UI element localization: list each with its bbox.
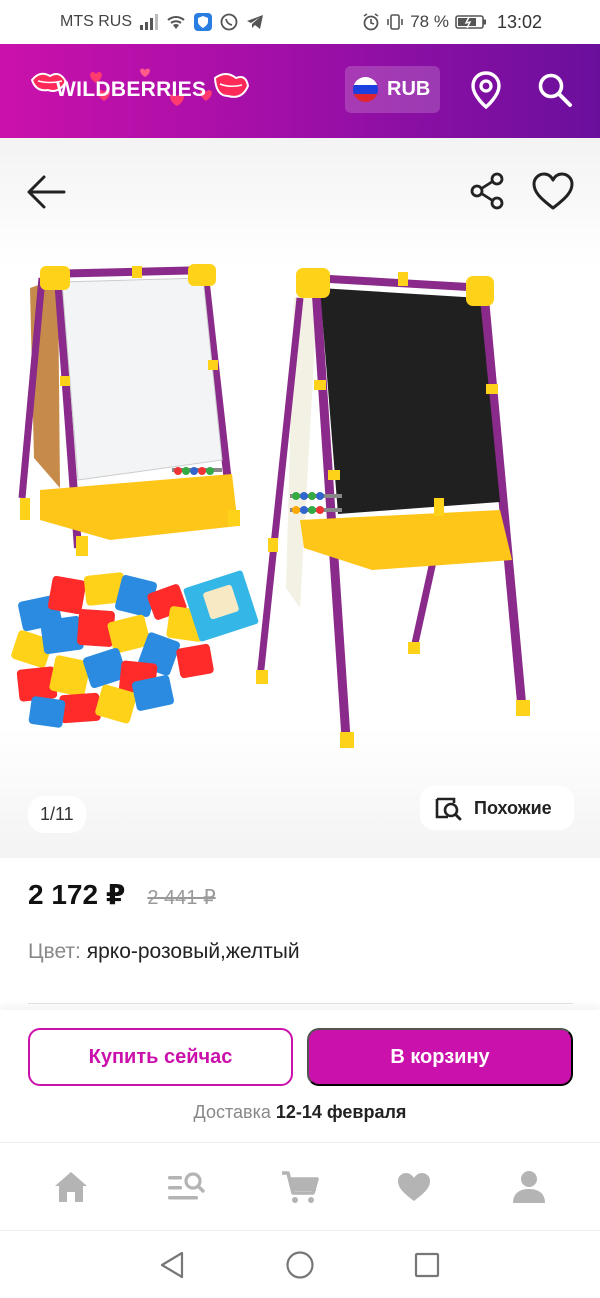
home-circle-icon[interactable] (284, 1249, 316, 1281)
nav-profile[interactable] (499, 1157, 559, 1217)
wildberries-logo[interactable]: WILDBERRIES (30, 66, 250, 114)
status-bar: MTS RUS 78 % 13:02 (0, 0, 600, 44)
battery-icon (455, 15, 486, 29)
easel-small-illustration (18, 264, 240, 556)
vpn-shield-icon (194, 13, 212, 31)
vibrate-icon (387, 14, 404, 30)
location-pin-icon[interactable] (466, 70, 506, 110)
divider (28, 1003, 573, 1004)
delivery-info: Доставка 12-14 февраля (0, 1102, 600, 1123)
bottom-nav (0, 1142, 600, 1230)
product-gallery: 1/11 Похожие (0, 138, 600, 858)
back-arrow-icon[interactable] (24, 170, 68, 214)
viber-icon (220, 13, 238, 31)
clock: 13:02 (496, 11, 542, 32)
telegram-icon (247, 15, 263, 29)
back-triangle-icon[interactable] (156, 1249, 188, 1281)
currency-selector[interactable]: RUB (345, 66, 440, 113)
add-to-cart-button[interactable]: В корзину (307, 1028, 573, 1086)
similar-search-icon (435, 797, 462, 821)
nav-catalog[interactable] (156, 1157, 216, 1217)
color-label: Цвет: (28, 940, 81, 963)
signal-icon (140, 14, 158, 30)
cart-icon (281, 1170, 319, 1203)
share-icon[interactable] (467, 170, 509, 212)
logo-text: WILDBERRIES (56, 78, 207, 101)
russia-flag-icon (353, 77, 378, 102)
favorites-icon (398, 1172, 431, 1201)
similar-label: Похожие (474, 797, 552, 818)
profile-icon (512, 1170, 545, 1203)
alarm-icon (363, 13, 379, 31)
similar-button[interactable]: Похожие (420, 786, 574, 830)
current-price: 2 172 ₽ (28, 879, 126, 910)
nav-cart[interactable] (270, 1157, 330, 1217)
color-value: ярко-розовый,желтый (80, 940, 300, 963)
catalog-search-icon (167, 1171, 205, 1199)
buy-now-button[interactable]: Купить сейчас (28, 1028, 293, 1086)
wifi-icon (167, 16, 185, 29)
color-row[interactable]: Цвет: ярко-розовый,желтый (28, 940, 300, 964)
nav-favorites[interactable] (384, 1157, 444, 1217)
home-icon (55, 1171, 88, 1202)
carrier-label: MTS RUS (60, 13, 132, 30)
app-header: WILDBERRIES RUB (0, 44, 600, 138)
price-row: 2 172 ₽ 2 441 ₽ (28, 878, 216, 911)
android-system-nav (0, 1230, 600, 1298)
delivery-dates: 12-14 февраля (275, 1102, 407, 1122)
easel-large-illustration (256, 268, 530, 748)
buy-panel: Купить сейчас В корзину Доставка 12-14 ф… (0, 1010, 600, 1142)
delivery-label: Доставка (193, 1102, 276, 1122)
favorite-heart-icon[interactable] (530, 170, 576, 212)
image-counter: 1/11 (28, 796, 86, 833)
magnetic-letters-illustration (11, 570, 259, 728)
nav-home[interactable] (41, 1157, 101, 1217)
product-photo[interactable] (0, 258, 600, 758)
search-icon[interactable] (535, 70, 575, 110)
battery-percent: 78 % (410, 12, 449, 31)
old-price: 2 441 ₽ (147, 887, 216, 909)
currency-label: RUB (387, 78, 431, 100)
recents-square-icon[interactable] (411, 1249, 443, 1281)
